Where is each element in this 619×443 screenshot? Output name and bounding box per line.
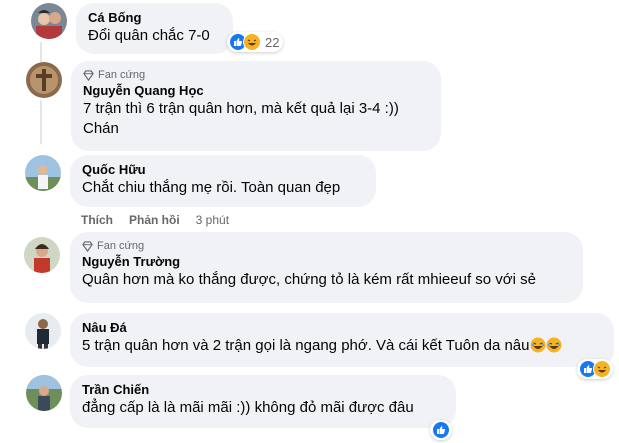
reaction-count: 22 — [265, 34, 280, 50]
comment-bubble: Quốc Hữu Chắt chiu thắng mẹ rồi. Toàn qu… — [70, 155, 376, 207]
like-link[interactable]: Thích — [81, 213, 113, 227]
comment-text-content: 5 trận quân hơn và 2 trận gọi là ngang p… — [82, 337, 530, 354]
comment-bubble: Trần Chiến đẳng cấp là là mãi mãi :)) kh… — [70, 375, 456, 428]
reaction-summary[interactable] — [577, 359, 613, 379]
avatar[interactable] — [26, 375, 62, 411]
comment-text: Quân hơn mà ko thắng được, chứng tỏ là k… — [82, 271, 536, 288]
comment-actions: Thích Phản hồi 3 phút — [81, 213, 245, 227]
comment-author[interactable]: Nâu Đá — [82, 320, 602, 336]
avatar[interactable] — [26, 62, 62, 98]
avatar[interactable] — [31, 3, 67, 39]
comment-timestamp[interactable]: 3 phút — [196, 213, 229, 227]
comment-author[interactable]: Nguyễn Trường — [82, 254, 571, 270]
comment-bubble: Nâu Đá 5 trận quân hơn và 2 trận gọi là … — [70, 313, 614, 367]
fan-badge: Fan cứng — [83, 68, 429, 82]
diamond-icon — [83, 69, 94, 81]
comment-text: Chán — [83, 120, 119, 137]
laughing-face-icon — [593, 360, 611, 378]
thread-line — [40, 42, 42, 62]
comment-author[interactable]: Trần Chiến — [82, 382, 444, 398]
comment-author[interactable]: Quốc Hữu — [82, 162, 364, 178]
comment-text: Đổi quân chắc 7-0 — [88, 27, 210, 44]
comment-bubble: Fan cứng Nguyễn Trường Quân hơn mà ko th… — [70, 232, 583, 303]
comment-text: đẳng cấp là là mãi mãi :)) không đỏ mãi … — [82, 399, 414, 416]
comment-author[interactable]: Nguyễn Quang Học — [83, 83, 429, 99]
comment-text: Chắt chiu thắng mẹ rồi. Toàn quan đẹp — [82, 179, 341, 196]
avatar[interactable] — [24, 237, 60, 273]
comment-author[interactable]: Cá Bống — [88, 10, 221, 26]
diamond-icon — [82, 240, 93, 252]
comment-bubble: Cá Bống Đổi quân chắc 7-0 — [76, 3, 233, 54]
badge-label: Fan cứng — [97, 240, 145, 252]
badge-label: Fan cứng — [98, 69, 146, 81]
comment-text: 5 trận quân hơn và 2 trận gọi là ngang p… — [82, 336, 602, 356]
fan-badge: Fan cứng — [82, 239, 571, 253]
thread-line — [40, 100, 42, 144]
avatar[interactable] — [25, 313, 61, 349]
avatar[interactable] — [25, 155, 61, 191]
reply-link[interactable]: Phản hồi — [129, 213, 180, 227]
comment-bubble: Fan cứng Nguyễn Quang Học 7 trận thì 6 t… — [71, 61, 441, 151]
laughing-face-icon — [546, 337, 561, 353]
reaction-summary[interactable] — [430, 420, 452, 440]
comment-text: 7 trận thì 6 trận quân hơn, mà kết quả l… — [83, 100, 399, 117]
reaction-summary[interactable]: 22 — [227, 32, 284, 52]
thumbs-up-icon — [432, 421, 450, 439]
laughing-face-icon — [243, 33, 261, 51]
laughing-face-icon — [530, 337, 545, 353]
